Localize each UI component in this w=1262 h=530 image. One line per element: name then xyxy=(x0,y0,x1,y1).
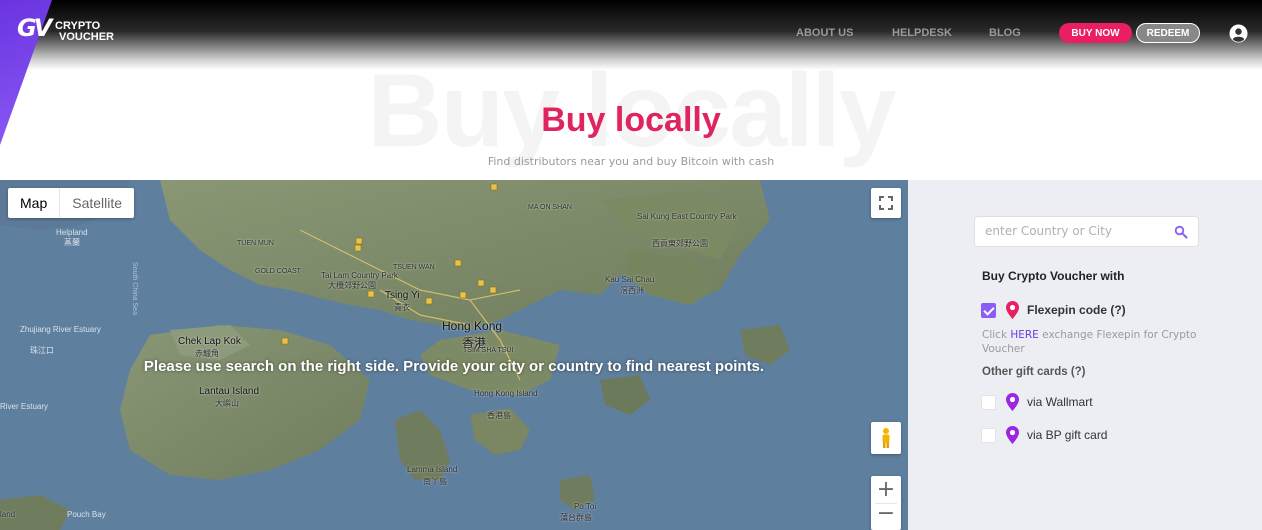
map-label-lantau: Lantau Island xyxy=(199,386,260,397)
map-label-gold-coast: GOLD COAST xyxy=(255,268,301,275)
logo-mark[interactable]: GV xyxy=(17,14,52,42)
buy-with-heading: Buy Crypto Voucher with xyxy=(982,269,1125,283)
map-label-tai-lam: Tai Lam Country Park xyxy=(321,271,398,280)
map-label-tsing-yi-zh: 青衣 xyxy=(394,303,410,312)
bp-checkbox[interactable] xyxy=(981,427,996,443)
map-label-hk-island-zh: 香港島 xyxy=(487,411,511,420)
map-label-tai-lam-zh: 大欖郊野公園 xyxy=(328,281,376,290)
zoom-control: + − xyxy=(871,476,901,530)
location-search[interactable] xyxy=(974,216,1199,247)
map-view[interactable]: Map Satellite + − Hong Kong 香港 Chek Lap … xyxy=(0,180,908,530)
map-label-lamma: Lamma Island xyxy=(407,465,458,474)
map-label-pouch-bay: Pouch Bay xyxy=(67,510,106,519)
page-title: Buy locally xyxy=(541,101,721,139)
wallmart-label: via Wallmart xyxy=(1027,395,1093,409)
map-type-map[interactable]: Map xyxy=(8,188,59,218)
map-label-zhujiang: Zhujiang River Estuary xyxy=(20,325,101,334)
bp-label: via BP gift card xyxy=(1027,428,1108,442)
flexepin-exchange-note: Click HERE exchange Flexepin for Crypto … xyxy=(982,328,1212,356)
map-label-tsing-yi: Tsing Yi xyxy=(385,290,420,301)
user-circle-icon[interactable] xyxy=(1229,24,1248,43)
map-label-lantau-zh: 大嶼山 xyxy=(215,399,239,408)
map-label-kau-sai-chau: Kau Sai Chau xyxy=(605,275,655,284)
page-subtitle: Find distributors near you and buy Bitco… xyxy=(487,155,775,168)
zoom-in-button[interactable]: + xyxy=(877,476,895,503)
nav-helpdesk[interactable]: HELPDESK xyxy=(892,27,952,39)
map-label-tsuen-wan: TSUEN WAN xyxy=(393,264,435,271)
map-type-satellite[interactable]: Satellite xyxy=(59,188,134,218)
pegman-icon xyxy=(882,428,890,448)
other-gift-cards-heading[interactable]: Other gift cards (?) xyxy=(982,366,1086,378)
map-label-south-china-sea: South China Sea xyxy=(130,262,138,315)
option-bp[interactable]: via BP gift card xyxy=(981,425,1107,445)
map-label-tsim-sha-tsui: TSIM SHA TSUI xyxy=(463,347,514,354)
map-type-control: Map Satellite xyxy=(8,188,135,218)
map-label-hong-kong: Hong Kong xyxy=(442,319,503,333)
zoom-out-button[interactable]: − xyxy=(875,503,897,530)
map-label-ma-on-shan: MA ON SHAN xyxy=(528,204,572,211)
map-label-lamma-zh: 南丫島 xyxy=(423,477,447,486)
search-icon[interactable] xyxy=(1174,225,1188,239)
map-label-kau-sai-chau-zh: 滘西洲 xyxy=(620,286,644,295)
map-label-sai-kung: Sai Kung East Country Park xyxy=(637,212,737,221)
buy-now-button[interactable]: BUY NOW xyxy=(1059,23,1132,43)
map-label-hk-island: Hong Kong Island xyxy=(474,389,538,398)
street-view-pegman[interactable] xyxy=(871,422,901,454)
flexepin-here-link[interactable]: HERE xyxy=(1010,329,1038,341)
option-wallmart[interactable]: via Wallmart xyxy=(981,392,1093,412)
fullscreen-button[interactable] xyxy=(871,188,901,218)
map-terrain xyxy=(0,180,908,530)
map-label-helpland-zh: 蒸蘭 xyxy=(64,238,80,247)
map-label-helpland: Helpland xyxy=(56,228,88,237)
location-pin-icon xyxy=(1006,393,1019,411)
map-label-tuen-mun: TUEN MUN xyxy=(237,240,274,247)
logo-line-2: VOUCHER xyxy=(59,31,115,43)
redeem-button[interactable]: REDEEM xyxy=(1136,23,1200,43)
nav-about-us[interactable]: ABOUT US xyxy=(796,27,853,39)
option-flexepin[interactable]: Flexepin code (?) xyxy=(981,300,1126,320)
location-pin-icon xyxy=(1006,301,1019,319)
fullscreen-icon xyxy=(879,196,893,210)
map-label-sai-kung-zh: 西貢東郊野公園 xyxy=(652,239,708,248)
map-label-river-estuary: River Estuary xyxy=(0,402,49,411)
map-label-island-bottom: land xyxy=(0,510,16,519)
location-search-input[interactable] xyxy=(985,224,1165,238)
map-label-po-toi-zh: 蒲台群島 xyxy=(560,513,592,522)
search-sidebar: Buy Crypto Voucher with Flexepin code (?… xyxy=(908,180,1262,530)
logo-text[interactable]: CRYPTO VOUCHER xyxy=(55,21,114,43)
map-label-chek-lap-kok: Chek Lap Kok xyxy=(178,336,241,347)
flexepin-label: Flexepin code (?) xyxy=(1027,303,1126,317)
map-label-zhujiang-zh: 珠江口 xyxy=(30,346,54,355)
flexepin-checkbox[interactable] xyxy=(981,302,996,318)
map-label-po-toi: Po Toi xyxy=(574,502,597,511)
map-instruction-message: Please use search on the right side. Pro… xyxy=(143,358,765,375)
nav-blog[interactable]: BLOG xyxy=(989,27,1021,39)
note-prefix: Click xyxy=(982,329,1011,341)
location-pin-icon xyxy=(1006,426,1019,444)
wallmart-checkbox[interactable] xyxy=(981,394,996,410)
